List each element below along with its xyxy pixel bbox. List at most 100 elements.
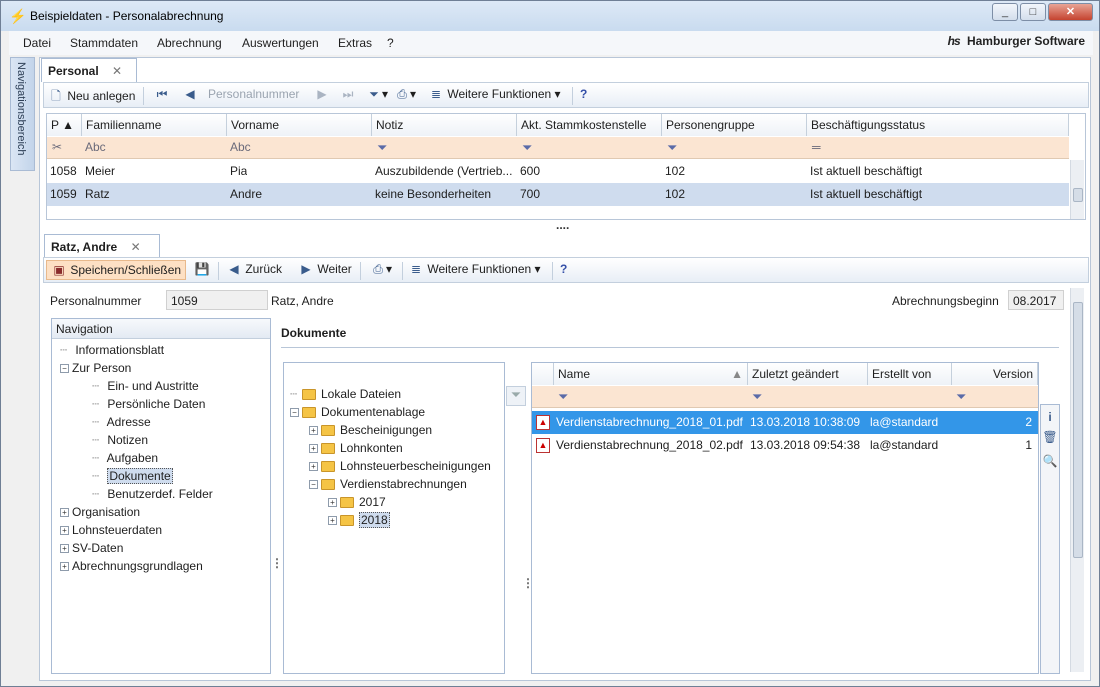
- text-filter-family[interactable]: Abc: [85, 140, 106, 154]
- info-icon[interactable]: i: [1042, 409, 1058, 425]
- delete-icon[interactable]: 🗑: [1042, 429, 1058, 445]
- menu-abrechnung[interactable]: Abrechnung: [157, 36, 222, 50]
- menu-extras[interactable]: Extras: [338, 36, 372, 50]
- minimize-button[interactable]: _: [992, 3, 1018, 21]
- column-header-family[interactable]: Familienname: [82, 114, 227, 136]
- grid-scrollbar[interactable]: [1070, 160, 1084, 219]
- table-row[interactable]: 1059 Ratz Andre keine Besonderheiten 700…: [47, 183, 1069, 206]
- table-row[interactable]: 1058 Meier Pia Auszubildende (Vertrieb..…: [47, 160, 1069, 183]
- menu-stammdaten[interactable]: Stammdaten: [70, 36, 138, 50]
- previous-record-icon[interactable]: ◀: [182, 87, 198, 101]
- personalnummer-search-input[interactable]: Personalnummer: [208, 87, 299, 101]
- more-functions-button[interactable]: ≣ Weitere Funktionen ▾: [408, 262, 541, 276]
- new-button[interactable]: 🗋 Neu anlegen: [48, 87, 135, 108]
- filter-icon[interactable]: ⏷: [956, 389, 966, 405]
- folder-item[interactable]: + Lohnkonten: [309, 441, 403, 455]
- next-record-icon[interactable]: ▶: [314, 87, 330, 101]
- folder-item[interactable]: +2018: [328, 512, 390, 528]
- nav-item[interactable]: ┄ Persönliche Daten: [92, 397, 205, 411]
- folder-label: Dokumentenablage: [321, 405, 426, 419]
- help-icon[interactable]: ?: [580, 87, 587, 101]
- file-row[interactable]: ▲ Verdienstabrechnung_2018_02.pdf 13.03.…: [532, 434, 1038, 457]
- nav-item[interactable]: ┄ Aufgaben: [92, 451, 158, 465]
- column-header-note[interactable]: Notiz: [372, 114, 517, 136]
- last-record-icon[interactable]: ⏭: [340, 87, 356, 102]
- collapse-icon[interactable]: −: [309, 480, 318, 490]
- maximize-button[interactable]: □: [1020, 3, 1046, 21]
- clear-filter-icon[interactable]: ✂: [52, 140, 62, 154]
- menu-datei[interactable]: Datei: [23, 36, 51, 50]
- navigation-area-toggle[interactable]: Navigationsbereich: [10, 57, 35, 171]
- folder-item[interactable]: − Verdienstabrechnungen: [309, 477, 467, 491]
- scrollbar-thumb[interactable]: [1073, 302, 1083, 558]
- column-header-status[interactable]: Beschäftigungsstatus: [807, 114, 1069, 136]
- folder-item[interactable]: + Bescheinigungen: [309, 423, 432, 437]
- close-icon[interactable]: ✕: [112, 64, 122, 78]
- expand-icon[interactable]: +: [309, 444, 318, 454]
- column-header-p[interactable]: P ▲: [47, 114, 82, 136]
- expand-icon[interactable]: +: [309, 462, 318, 472]
- splitter-handle[interactable]: ....: [556, 218, 569, 232]
- column-header-author[interactable]: Erstellt von: [868, 363, 952, 385]
- nav-item[interactable]: ┄ Notizen: [92, 433, 148, 447]
- save-close-button[interactable]: ▣ Speichern/Schließen: [46, 260, 187, 280]
- nav-item[interactable]: + Lohnsteuerdaten: [60, 523, 162, 537]
- detail-scrollbar[interactable]: [1070, 288, 1084, 672]
- nav-item[interactable]: ┄ Adresse: [92, 415, 151, 429]
- nav-item[interactable]: + Organisation: [60, 505, 140, 519]
- column-header-group[interactable]: Personengruppe: [662, 114, 807, 136]
- file-row[interactable]: ▲ Verdienstabrechnung_2018_01.pdf 13.03.…: [532, 411, 1038, 434]
- filter-icon[interactable]: ⏷: [558, 389, 568, 405]
- expand-icon[interactable]: +: [328, 498, 337, 508]
- filter-icon[interactable]: ⏷ ▾: [366, 87, 388, 102]
- expand-icon[interactable]: +: [60, 526, 69, 536]
- back-button[interactable]: ◀ Zurück: [226, 262, 282, 276]
- folder-item[interactable]: ┄ Lokale Dateien: [290, 387, 401, 401]
- help-icon[interactable]: ?: [560, 262, 567, 276]
- filter-icon[interactable]: ⏷: [752, 389, 762, 405]
- export-icon[interactable]: ⎙ ▾: [370, 262, 392, 277]
- menu-auswertungen[interactable]: Auswertungen: [242, 36, 319, 50]
- filter-icon[interactable]: ⏷: [522, 140, 532, 156]
- splitter-handle[interactable]: ⋮: [271, 556, 283, 570]
- nav-item[interactable]: − Zur Person: [60, 361, 131, 375]
- save-icon[interactable]: 💾: [194, 262, 210, 276]
- first-record-icon[interactable]: ⏮: [154, 87, 170, 102]
- folder-item[interactable]: + Lohnsteuerbescheinigungen: [309, 459, 491, 473]
- close-icon[interactable]: ✕: [131, 240, 141, 254]
- folder-item[interactable]: − Dokumentenablage: [290, 405, 425, 419]
- forward-button[interactable]: ▶ Weiter: [298, 262, 351, 276]
- close-button[interactable]: ✕: [1048, 3, 1093, 21]
- column-header-version[interactable]: Version: [952, 363, 1038, 385]
- expand-icon[interactable]: +: [60, 562, 69, 572]
- expand-icon[interactable]: +: [309, 426, 318, 436]
- expand-icon[interactable]: +: [60, 508, 69, 518]
- column-header-first[interactable]: Vorname: [227, 114, 372, 136]
- nav-item[interactable]: ┄ Ein- und Austritte: [92, 379, 199, 393]
- collapse-icon[interactable]: −: [60, 364, 69, 374]
- nav-item[interactable]: ┄ Dokumente: [92, 468, 173, 484]
- tab-personal[interactable]: Personal ✕: [41, 58, 137, 82]
- column-header-cost[interactable]: Akt. Stammkostenstelle: [517, 114, 662, 136]
- nav-item[interactable]: + Abrechnungsgrundlagen: [60, 559, 203, 573]
- menu-help[interactable]: ?: [387, 36, 394, 50]
- folder-item[interactable]: +2017: [328, 495, 386, 509]
- expand-icon[interactable]: +: [328, 516, 337, 526]
- text-filter-first[interactable]: Abc: [230, 140, 251, 154]
- scrollbar-thumb[interactable]: [1073, 188, 1083, 202]
- filter-icon[interactable]: ⏷: [667, 140, 677, 156]
- column-header-name[interactable]: Name ▲: [554, 363, 748, 385]
- collapse-icon[interactable]: −: [290, 408, 299, 418]
- nav-item[interactable]: + SV-Daten: [60, 541, 123, 555]
- folder-filter-icon[interactable]: ⏷: [506, 386, 526, 406]
- nav-item[interactable]: ┄ Informationsblatt: [60, 343, 164, 357]
- column-header-modified[interactable]: Zuletzt geändert: [748, 363, 868, 385]
- equals-filter-icon[interactable]: ═: [812, 140, 821, 154]
- expand-icon[interactable]: +: [60, 544, 69, 554]
- preview-icon[interactable]: 🔍: [1042, 453, 1058, 469]
- nav-item[interactable]: ┄ Benutzerdef. Felder: [92, 487, 213, 501]
- filter-icon[interactable]: ⏷: [377, 140, 387, 156]
- tab-ratz-andre[interactable]: Ratz, Andre ✕: [44, 234, 160, 258]
- more-functions-button[interactable]: ≣ Weitere Funktionen ▾: [428, 87, 561, 101]
- export-icon[interactable]: ⎙ ▾: [394, 87, 416, 102]
